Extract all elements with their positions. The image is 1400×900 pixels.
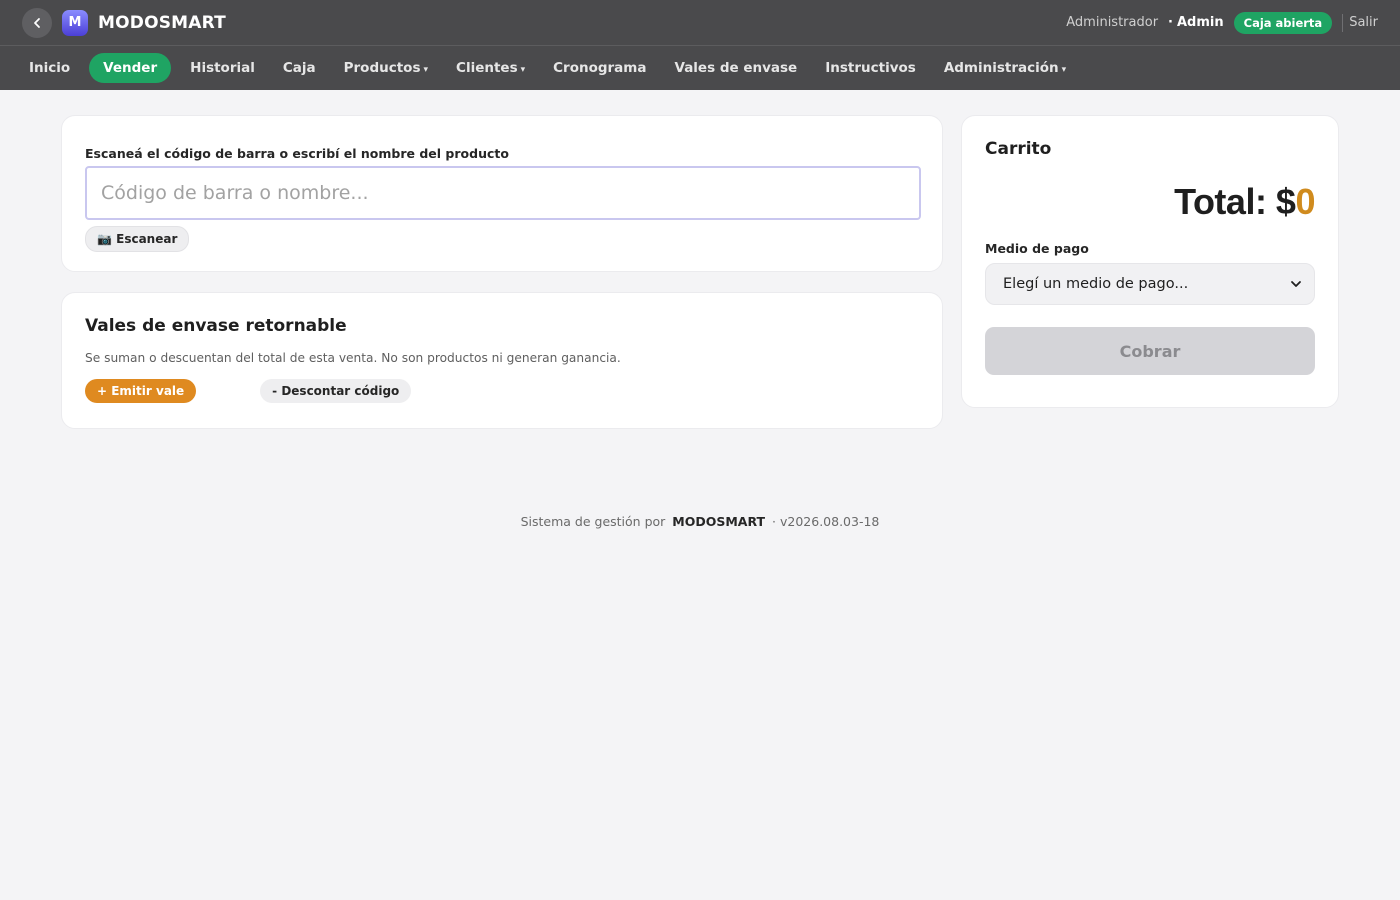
scan-label: Escaneá el código de barra o escribí el …: [85, 146, 509, 161]
nav-label: Productos: [343, 60, 421, 76]
top-header: M MODOSMART Administrador · Admin Caja a…: [0, 0, 1400, 46]
divider: [1342, 13, 1344, 32]
nav-item-productos[interactable]: Productos ▾: [330, 53, 442, 83]
nav-item-cronograma[interactable]: Cronograma: [539, 53, 660, 83]
footer-brand: MODOSMART: [672, 514, 766, 529]
vales-title: Vales de envase retornable: [85, 316, 347, 336]
nav-item-administracion[interactable]: Administración ▾: [930, 53, 1080, 83]
chevron-left-icon: [34, 17, 40, 28]
nav-item-clientes[interactable]: Clientes ▾: [442, 53, 539, 83]
right-column: Carrito Total: $0 Medio de pago Elegí un…: [961, 115, 1339, 429]
main-nav: Inicio Vender Historial Caja Productos ▾ …: [0, 46, 1400, 90]
chevron-down-icon: [1291, 281, 1301, 287]
payment-selected-value: Elegí un medio de pago...: [1003, 276, 1189, 292]
emit-vale-button[interactable]: + Emitir vale: [85, 379, 197, 403]
total-label: Total: $: [1174, 181, 1296, 222]
nav-item-vales-de-envase[interactable]: Vales de envase: [660, 53, 811, 83]
cart-title: Carrito: [985, 139, 1052, 159]
user-name: Admin: [1177, 15, 1224, 30]
scan-card: Escaneá el código de barra o escribí el …: [61, 115, 943, 272]
nav-item-historial[interactable]: Historial: [176, 53, 269, 83]
nav-item-instructivos[interactable]: Instructivos: [811, 53, 930, 83]
nav-label: Administración: [943, 60, 1059, 76]
nav-item-caja[interactable]: Caja: [269, 53, 330, 83]
caret-down-icon: ▾: [423, 65, 429, 75]
discount-code-button[interactable]: - Descontar código: [260, 379, 412, 403]
vales-actions: + Emitir vale - Descontar código: [85, 379, 919, 403]
vales-card: Vales de envase retornable Se suman o de…: [61, 292, 943, 429]
nav-label: Instructivos: [825, 60, 916, 76]
caret-down-icon: ▾: [520, 65, 526, 75]
user-role: Administrador: [1066, 15, 1159, 30]
cart-total: Total: $0: [985, 181, 1315, 223]
left-column: Escaneá el código de barra o escribí el …: [61, 115, 943, 429]
caret-down-icon: ▾: [1061, 65, 1067, 75]
footer-version: · v2026.08.03-18: [772, 514, 880, 529]
app-title[interactable]: MODOSMART: [98, 13, 226, 33]
main-content: Escaneá el código de barra o escribí el …: [0, 90, 1400, 429]
cart-card: Carrito Total: $0 Medio de pago Elegí un…: [961, 115, 1339, 408]
logout-link[interactable]: Salir: [1349, 15, 1378, 30]
vales-description: Se suman o descuentan del total de esta …: [85, 351, 621, 365]
product-search-input[interactable]: [85, 166, 921, 220]
user-area: Administrador · Admin Caja abierta Salir: [1066, 11, 1378, 34]
nav-label: Vales de envase: [674, 60, 798, 76]
nav-label: Historial: [190, 60, 255, 76]
scan-button[interactable]: 📷 Escanear: [85, 226, 190, 252]
nav-label: Vender: [103, 60, 158, 76]
nav-label: Inicio: [29, 60, 71, 76]
nav-label: Clientes: [456, 60, 518, 76]
payment-label: Medio de pago: [985, 241, 1089, 256]
payment-method-select[interactable]: Elegí un medio de pago...: [985, 263, 1315, 305]
footer-prefix: Sistema de gestión por: [520, 514, 666, 529]
total-value: 0: [1295, 181, 1315, 222]
user-separator: ·: [1168, 15, 1173, 30]
charge-button[interactable]: Cobrar: [985, 327, 1315, 375]
footer: Sistema de gestión por MODOSMART · v2026…: [0, 514, 1400, 529]
nav-item-inicio[interactable]: Inicio: [15, 53, 84, 83]
app-logo[interactable]: M: [62, 9, 88, 36]
nav-label: Caja: [282, 60, 316, 76]
back-button[interactable]: [22, 7, 52, 38]
status-badge: Caja abierta: [1233, 11, 1333, 34]
nav-item-vender[interactable]: Vender: [89, 53, 172, 83]
nav-label: Cronograma: [553, 60, 647, 76]
